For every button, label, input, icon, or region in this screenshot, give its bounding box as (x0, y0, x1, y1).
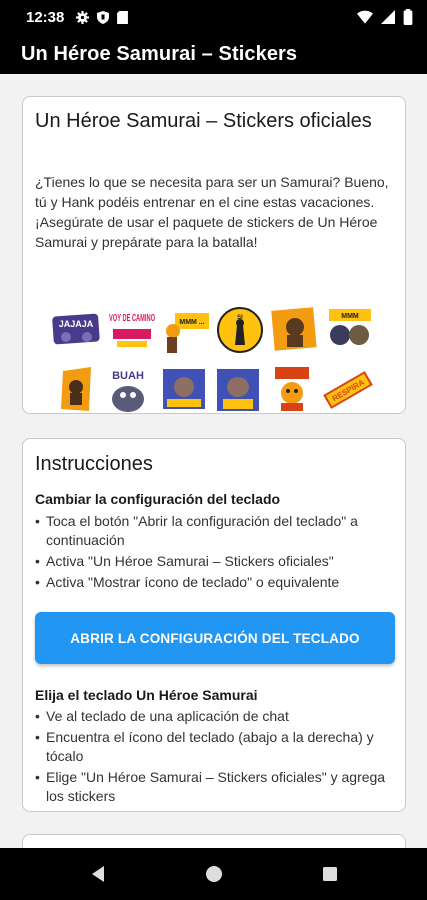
signal-icon (381, 10, 395, 24)
list-item: Elige "Un Héroe Samurai – Stickers ofici… (35, 768, 395, 806)
sticker-text-jajaja: JAJAJA (59, 319, 94, 329)
sticker-cat-orange[interactable] (269, 305, 319, 355)
wifi-icon (357, 10, 373, 24)
step1-heading: Cambiar la configuración del teclado (35, 491, 281, 507)
sticker-jajaja[interactable]: JAJAJA (51, 305, 101, 355)
gear-icon (76, 10, 90, 24)
sticker-zen[interactable] (213, 365, 263, 415)
status-time: 12:38 (26, 8, 65, 26)
step2-list: Ve al teclado de una aplicación de chat … (35, 707, 395, 808)
step1-list: Toca el botón "Abrir la configuración de… (35, 512, 395, 594)
step2-heading: Elija el teclado Un Héroe Samurai (35, 687, 258, 703)
shield-icon (97, 10, 110, 24)
next-card (22, 834, 406, 848)
sticker-text-group: MMM (341, 313, 359, 320)
list-item: Activa "Un Héroe Samurai – Stickers ofic… (35, 552, 395, 571)
navigation-bar (0, 848, 427, 900)
instructions-card: Instrucciones Cambiar la configuración d… (22, 438, 406, 812)
list-item: Activa "Mostrar ícono de teclado" o equi… (35, 573, 395, 592)
home-icon (205, 866, 222, 882)
sticker-pack-card[interactable]: Un Héroe Samurai – Stickers oficiales ¿T… (22, 96, 406, 414)
status-bar: 12:38 (0, 0, 427, 34)
list-item: Toca el botón "Abrir la configuración de… (35, 512, 395, 550)
recents-icon (322, 867, 337, 881)
content-scroll[interactable]: Un Héroe Samurai – Stickers oficiales ¿T… (0, 74, 427, 848)
pack-title: Un Héroe Samurai – Stickers oficiales (35, 110, 372, 132)
sticker-group[interactable]: MMM (325, 305, 375, 355)
recents-button[interactable] (318, 862, 342, 886)
app-bar: Un Héroe Samurai – Stickers (0, 34, 427, 74)
sticker-orange-cat[interactable] (267, 365, 317, 415)
open-keyboard-settings-button[interactable]: ABRIR LA CONFIGURACIÓN DEL TECLADO (35, 612, 395, 664)
sticker-mmm[interactable]: MMM ... (161, 307, 211, 357)
instructions-title: Instrucciones (35, 453, 153, 475)
sticker-text-mmm: MMM ... (179, 319, 204, 326)
pack-description: ¿Tienes lo que se necesita para ser un S… (35, 174, 389, 250)
sticker-respira[interactable]: RESPIRA (323, 365, 373, 415)
list-item: Ve al teclado de una aplicación de chat (35, 707, 395, 726)
list-item: Encuentra el ícono del teclado (abajo a … (35, 728, 395, 766)
back-icon (91, 866, 104, 882)
sticker-si[interactable]: SI (215, 305, 265, 355)
sticker-buah[interactable]: BUAH (103, 365, 153, 415)
sticker-cat-silhouette[interactable] (51, 365, 101, 415)
back-button[interactable] (86, 862, 110, 886)
sticker-text-buah: BUAH (112, 370, 144, 382)
app-title: Un Héroe Samurai – Stickers (21, 42, 298, 65)
battery-icon (403, 9, 413, 25)
sim-icon (117, 10, 129, 24)
sticker-dog-blue[interactable] (159, 365, 209, 415)
home-button[interactable] (202, 862, 226, 886)
sticker-voy-de-camino[interactable]: VOY DE CAMINO (107, 303, 157, 353)
sticker-text-voy: VOY DE CAMINO (109, 313, 155, 324)
